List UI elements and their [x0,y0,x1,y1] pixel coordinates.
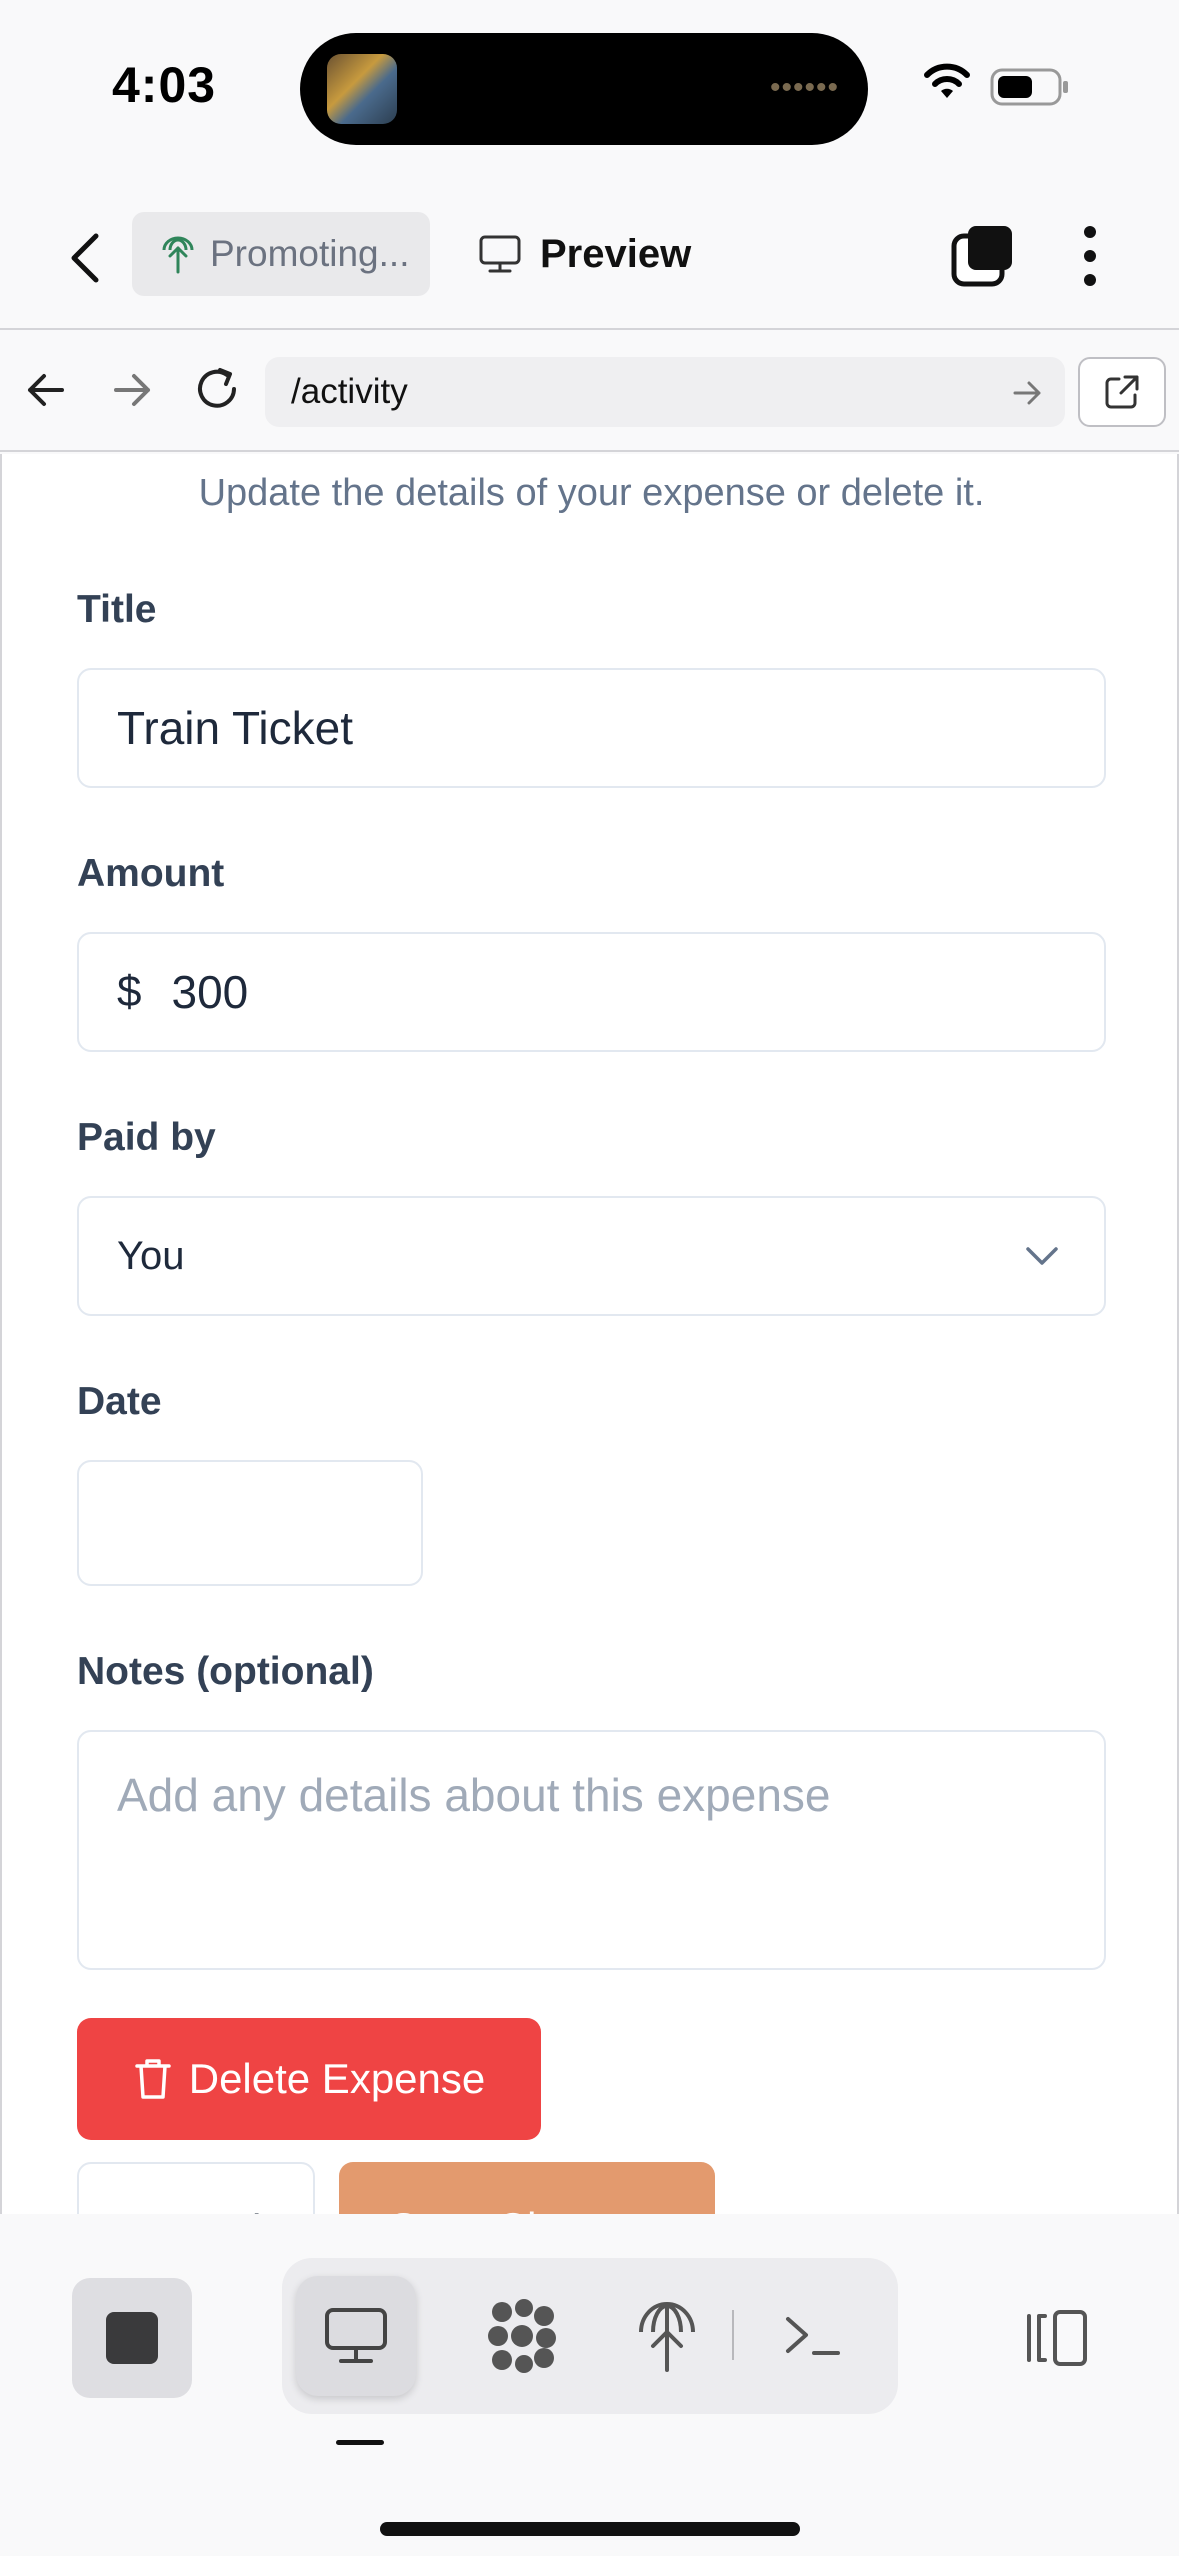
mode-terminal-button[interactable] [752,2276,872,2396]
chevron-down-icon [1026,1247,1058,1265]
project-label: Promoting... [210,233,410,274]
save-changes-button[interactable]: Save Changes [339,2162,715,2214]
back-chevron-icon[interactable] [66,228,106,288]
project-pill[interactable]: Promoting... [132,212,430,296]
url-input[interactable]: /activity [265,357,1065,427]
panel-toggle-icon [1027,2310,1087,2366]
arrow-left-icon[interactable] [24,368,68,412]
app-header: Promoting... Preview [0,180,1179,330]
stop-button[interactable] [72,2278,192,2398]
external-link-icon [1105,375,1139,409]
title-input[interactable]: Train Ticket [77,668,1106,788]
notes-placeholder: Add any details about this expense [117,1769,831,1821]
panel-toggle-button[interactable] [1000,2278,1110,2398]
more-vertical-icon[interactable] [1070,224,1110,288]
mode-switcher [282,2258,898,2414]
now-playing-thumbnail [327,54,397,124]
mode-preview-button[interactable] [296,2276,416,2396]
battery-icon [990,68,1068,106]
status-time: 4:03 [112,57,217,113]
arrow-right-icon[interactable] [110,368,154,412]
amount-label: Amount [77,852,225,895]
title-label: Title [77,588,157,631]
mode-deploy-button[interactable] [607,2276,727,2396]
paid-by-value: You [117,1233,185,1278]
terminal-icon [786,2317,840,2355]
paid-by-select[interactable]: You [77,1196,1106,1316]
browser-url-bar: /activity [0,332,1179,452]
grid-dots-icon [488,2299,556,2373]
date-label: Date [77,1380,162,1423]
title-value: Train Ticket [117,702,354,754]
save-changes-label: Save Changes [389,2204,665,2214]
preview-label: Preview [540,231,692,276]
cancel-button[interactable]: Cancel [77,2162,315,2214]
mode-divider [732,2310,734,2360]
currency-symbol: $ [117,967,142,1016]
trash-icon [134,2059,171,2099]
monitor-icon [325,2308,387,2363]
status-bar: 4:03 •••••• [0,0,1179,180]
monitor-icon [479,235,521,273]
plant-icon [162,236,194,274]
stack-icon[interactable] [950,224,1014,288]
date-input[interactable] [77,1460,423,1586]
stop-icon [106,2312,158,2364]
open-external-button[interactable] [1078,357,1166,427]
delete-expense-label: Delete Expense [188,2055,486,2102]
delete-expense-button[interactable]: Delete Expense [77,2018,541,2140]
paid-by-label: Paid by [77,1116,216,1159]
amount-value: 300 [171,966,249,1018]
form-subtitle: Update the details of your expense or de… [198,472,985,514]
reload-icon[interactable] [192,364,242,414]
url-path: /activity [291,372,408,411]
deploy-icon [639,2302,695,2372]
go-arrow-icon[interactable] [1011,377,1043,409]
cancel-label: Cancel [131,2206,262,2214]
tab-preview[interactable]: Preview [478,212,691,296]
mode-agents-button[interactable] [462,2276,582,2396]
active-mode-indicator [336,2440,384,2445]
preview-viewport: Update the details of your expense or de… [0,454,1179,2214]
wifi-icon [924,63,970,98]
notes-textarea[interactable]: Add any details about this expense [77,1730,1106,1970]
dynamic-island: •••••• [300,33,868,145]
notes-label: Notes (optional) [77,1650,374,1693]
amount-input[interactable]: $ 300 [77,932,1106,1052]
bottom-toolbar [0,2214,1179,2556]
home-indicator [380,2522,800,2536]
island-dots: •••••• [770,71,840,104]
